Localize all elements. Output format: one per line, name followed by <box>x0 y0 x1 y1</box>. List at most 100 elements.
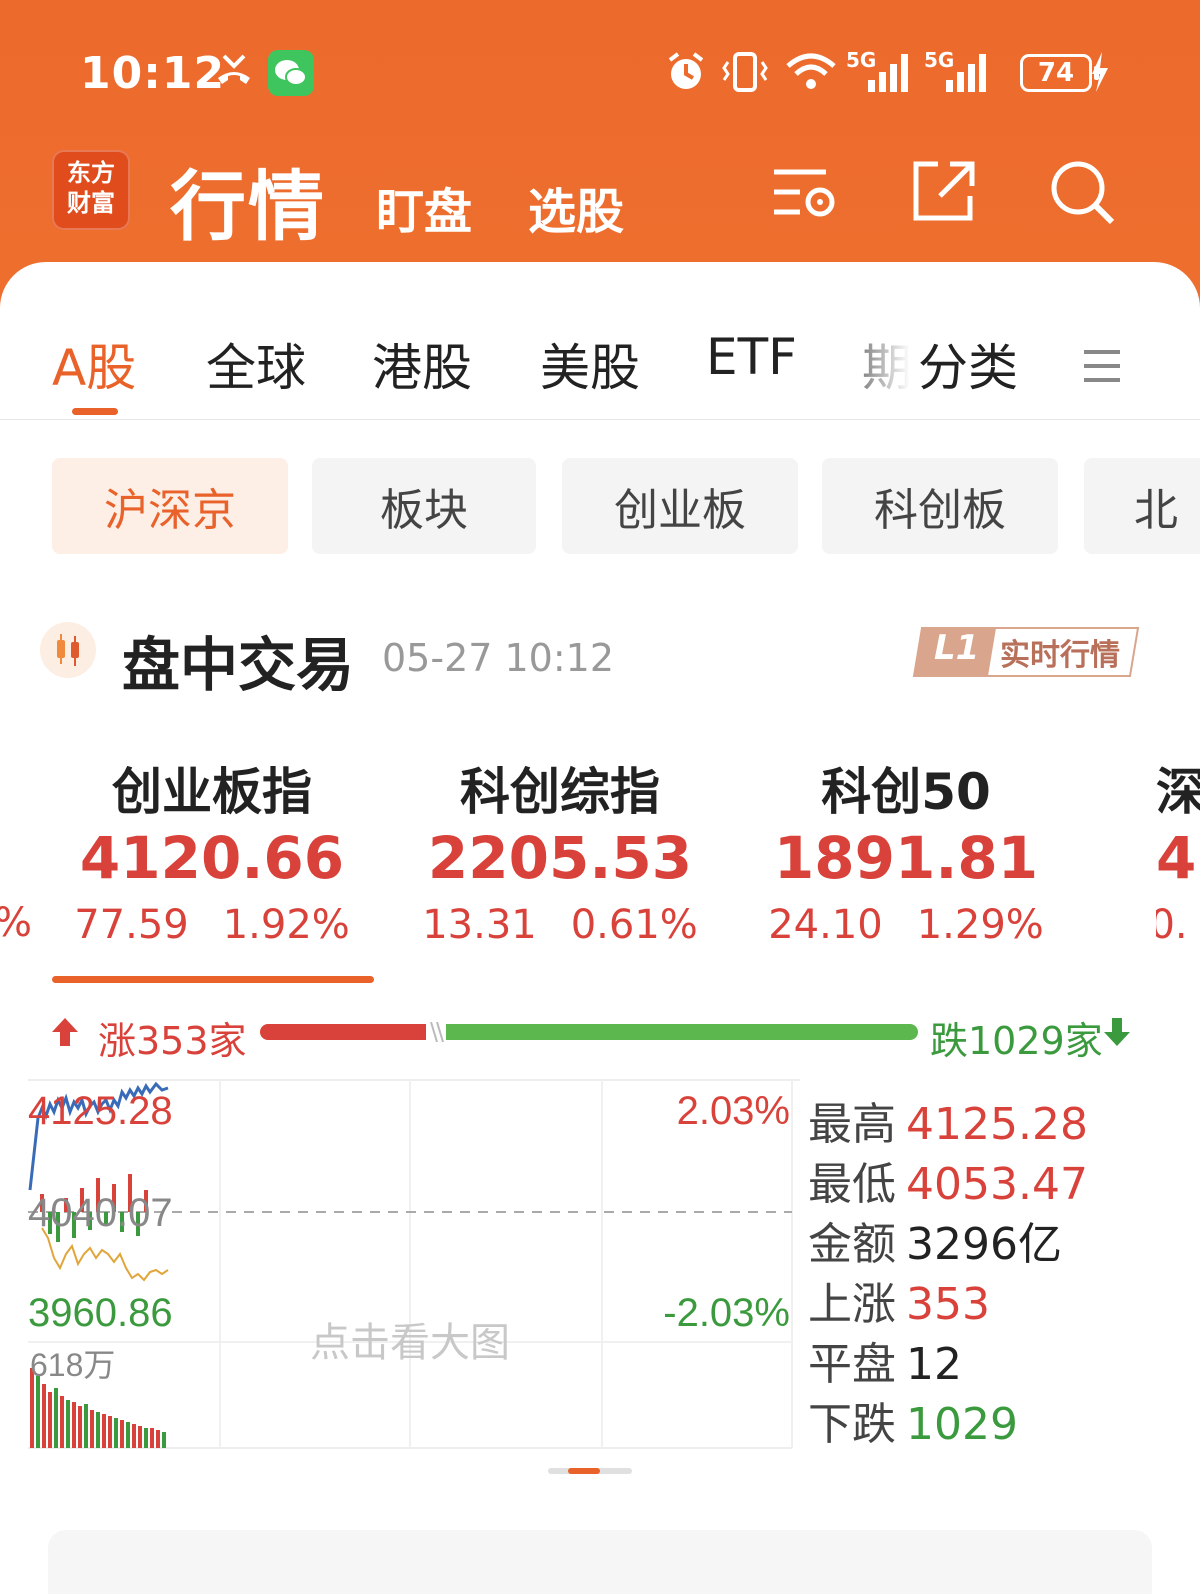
flat-separator <box>430 1022 444 1042</box>
index-card-partial[interactable]: 深 4 10. <box>1156 752 1200 952</box>
nav-item-screener[interactable]: 选股 <box>528 172 624 242</box>
stat-label: 下跌 <box>808 1399 896 1450</box>
intraday-mini-chart[interactable]: 4125.28 4040.07 3960.86 618万 2.03% -2.03… <box>0 1078 800 1452</box>
market-tabs: A股 全球 港股 美股 ETF 期 分类 <box>0 320 1200 420</box>
index-value: 2205.53 <box>427 824 693 892</box>
tab-fade <box>850 320 910 410</box>
stat-up: 上涨 353 <box>808 1268 1188 1330</box>
index-change: 77.59 1.92% <box>42 902 382 948</box>
index-value: 1891.81 <box>773 824 1039 892</box>
wifi-icon <box>786 53 836 89</box>
subtab-sectors[interactable]: 板块 <box>312 458 536 554</box>
wechat-icon <box>268 50 314 96</box>
index-name: 科创50 <box>821 763 991 821</box>
stat-value: 3296亿 <box>906 1219 1062 1270</box>
index-active-indicator <box>52 976 374 983</box>
subtab-bse[interactable]: 北 <box>1084 458 1200 554</box>
stat-low: 最低 4053.47 <box>808 1148 1188 1210</box>
missed-call-icon <box>218 54 250 84</box>
stat-amount: 金额 3296亿 <box>808 1208 1188 1270</box>
stat-label: 平盘 <box>808 1339 896 1390</box>
share-icon[interactable] <box>910 158 978 226</box>
battery-level: 74 <box>1037 58 1075 88</box>
up-count-label: 涨353家 <box>98 1019 247 1063</box>
stat-down: 下跌 1029 <box>808 1388 1188 1450</box>
stat-label: 上涨 <box>808 1279 896 1330</box>
index-change-pct: 0.61% <box>570 902 698 948</box>
chart-high-pct: 2.03% <box>677 1089 790 1133</box>
index-value: 4 <box>1156 824 1197 892</box>
tab-active-indicator <box>72 408 118 415</box>
stat-high: 最高 4125.28 <box>808 1088 1188 1150</box>
tab-global[interactable]: 全球 <box>206 328 306 400</box>
stat-flat: 平盘 12 <box>808 1328 1188 1390</box>
tab-hk[interactable]: 港股 <box>372 328 472 400</box>
index-card-star50[interactable]: 科创50 1891.81 24.10 1.29% <box>736 752 1076 948</box>
l1-text: 实时行情 <box>1000 638 1120 673</box>
up-bar <box>260 1024 426 1040</box>
index-name: 深 <box>1156 763 1200 821</box>
sub-tabs: 沪深京 板块 创业板 科创板 北 <box>0 458 1200 554</box>
page-indicator-active <box>568 1468 600 1474</box>
index-change-abs: 13.31 <box>422 902 537 948</box>
tab-category[interactable]: 分类 <box>918 328 1018 400</box>
stat-label: 最低 <box>808 1159 896 1210</box>
subtab-chinext[interactable]: 创业板 <box>562 458 798 554</box>
candlestick-icon <box>40 622 96 678</box>
chart-low-label: 3960.86 <box>28 1291 173 1335</box>
status-time: 10:12 <box>80 48 226 99</box>
index-change-pct: 1.92% <box>222 902 350 948</box>
menu-icon[interactable] <box>1080 344 1124 388</box>
tab-etf[interactable]: ETF <box>706 328 797 386</box>
stat-value: 353 <box>906 1279 990 1330</box>
tab-us[interactable]: 美股 <box>540 328 640 400</box>
index-change-abs: 24.10 <box>768 902 883 948</box>
partial-left-pct: % <box>0 900 32 946</box>
index-change-abs: 77.59 <box>74 902 189 948</box>
down-arrow-icon <box>1104 1018 1130 1046</box>
app-logo[interactable]: 东方 财富 <box>52 150 130 230</box>
stat-value: 12 <box>906 1339 962 1390</box>
section-title: 盘中交易 <box>122 631 355 699</box>
stat-value: 4125.28 <box>906 1099 1088 1150</box>
tab-a-shares[interactable]: A股 <box>52 328 136 400</box>
vibrate-icon <box>722 52 768 92</box>
subtab-sh-sz-bj[interactable]: 沪深京 <box>52 458 288 554</box>
index-card-chinext[interactable]: 创业板指 4120.66 77.59 1.92% <box>42 752 382 948</box>
battery-icon: 74 <box>1020 54 1092 92</box>
stat-value: 1029 <box>906 1399 1018 1450</box>
search-icon[interactable] <box>1048 158 1116 226</box>
index-value: 4120.66 <box>79 824 345 892</box>
chart-low-pct: -2.03% <box>663 1291 790 1335</box>
nav-item-watch[interactable]: 盯盘 <box>376 172 472 242</box>
nav-title[interactable]: 行情 <box>170 145 326 255</box>
stat-label: 最高 <box>808 1099 896 1150</box>
next-card[interactable] <box>48 1530 1152 1594</box>
avg-line <box>41 1227 169 1282</box>
index-card-star-composite[interactable]: 科创综指 2205.53 13.31 0.61% <box>390 752 730 948</box>
l1-level: L1 <box>934 628 980 668</box>
stat-label: 金额 <box>808 1219 896 1270</box>
logo-line-1: 东方 <box>67 159 115 187</box>
index-name: 科创综指 <box>460 763 660 821</box>
chart-high-label: 4125.28 <box>28 1089 173 1133</box>
logo-line-2: 财富 <box>67 189 115 217</box>
index-stats: 最高 4125.28 最低 4053.47 金额 3296亿 上涨 353 平盘 12 下… <box>808 1088 1188 1450</box>
market-breadth[interactable]: 涨353家 跌1029家 <box>0 1006 1200 1063</box>
charging-icon <box>1092 52 1108 92</box>
alarm-icon <box>668 52 704 89</box>
chart-overlay-hint: 点击看大图 <box>310 1320 510 1366</box>
chart-mid-label: 4040.07 <box>28 1191 173 1235</box>
stat-value: 4053.47 <box>906 1159 1088 1210</box>
index-change-pct: 1.29% <box>916 902 1044 948</box>
settings-list-icon[interactable] <box>770 158 838 226</box>
signal-icon <box>868 54 908 92</box>
subtab-star[interactable]: 科创板 <box>822 458 1058 554</box>
index-change: 13.31 0.61% <box>390 902 730 948</box>
signal-icon <box>946 54 986 92</box>
section-datetime: 05-27 10:12 <box>382 636 615 680</box>
status-bar: 10:12 5G 5G 74 <box>0 40 1200 110</box>
down-bar <box>446 1024 918 1040</box>
index-change: 10. <box>1156 902 1188 948</box>
down-count-label: 跌1029家 <box>930 1019 1103 1063</box>
